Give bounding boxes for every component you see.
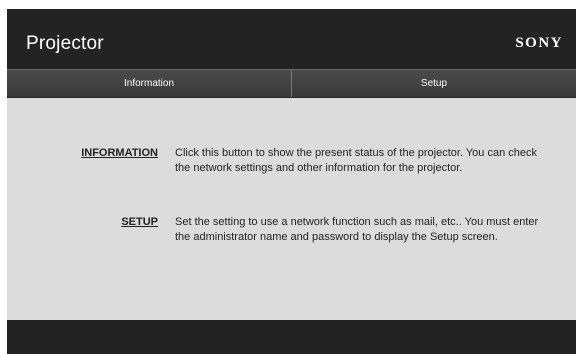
projector-web-page: Projector SONY Information Setup INFORMA… bbox=[7, 9, 576, 354]
information-link[interactable]: INFORMATION bbox=[81, 146, 158, 161]
tab-information[interactable]: Information bbox=[7, 70, 291, 97]
sony-logo: SONY bbox=[515, 35, 563, 51]
tab-setup[interactable]: Setup bbox=[291, 70, 576, 97]
setup-link[interactable]: SETUP bbox=[121, 215, 158, 230]
footer bbox=[7, 320, 576, 354]
main-content: INFORMATION Click this button to show th… bbox=[7, 98, 576, 320]
information-description: Click this button to show the present st… bbox=[175, 147, 537, 174]
page-title: Projector bbox=[26, 33, 104, 54]
tab-bar: Information Setup bbox=[7, 69, 576, 98]
setup-description: Set the setting to use a network functio… bbox=[175, 216, 539, 243]
header: Projector SONY bbox=[7, 9, 576, 69]
